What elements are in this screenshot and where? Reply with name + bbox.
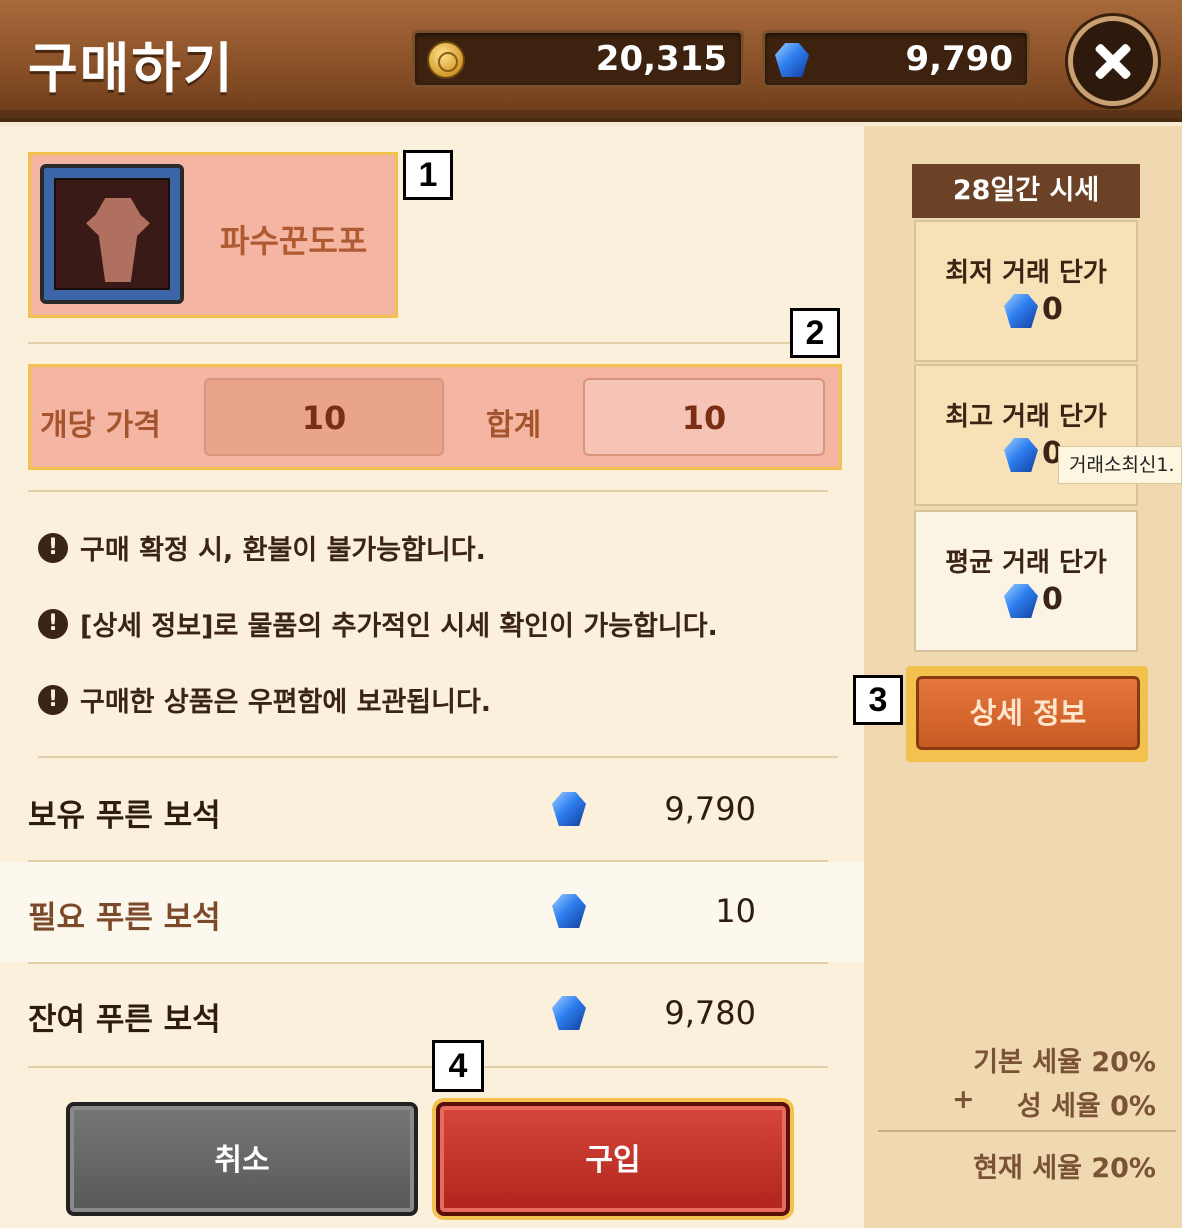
blue-gem-icon	[1004, 294, 1038, 328]
owned-gems-value: 9,790	[664, 790, 756, 828]
divider	[28, 1066, 828, 1068]
required-gems-row: 필요 푸른 보석 10	[0, 862, 864, 962]
divider	[28, 490, 828, 492]
gold-amount: 20,315	[595, 39, 727, 79]
tooltip: 거래소최신1.	[1058, 446, 1182, 484]
tax-plus-sign: +	[952, 1084, 975, 1115]
warning-icon: !	[38, 532, 68, 563]
unit-price-label: 개당 가격	[40, 408, 161, 443]
gem-counter: 9,790	[762, 30, 1030, 88]
cancel-button[interactable]: 취소	[66, 1102, 418, 1216]
divider	[878, 1130, 1176, 1132]
item-name: 파수꾼도포	[220, 222, 368, 260]
gold-coin-icon	[427, 41, 465, 79]
buy-button[interactable]: 구입	[436, 1102, 790, 1216]
owned-gems-row: 보유 푸른 보석 9,790	[28, 790, 756, 834]
castle-tax-rate: 성 세율 0%	[1016, 1091, 1156, 1122]
highest-price-box: 최고 거래 단가 0	[914, 364, 1138, 506]
annotation-badge-3: 3	[853, 675, 903, 725]
item-robe-icon	[40, 164, 184, 304]
divider	[28, 342, 828, 344]
notice-item: ! 구매한 상품은 우편함에 보관됩니다.	[38, 680, 491, 719]
warning-icon: !	[38, 608, 68, 639]
blue-gem-icon	[552, 996, 586, 1030]
remaining-gems-value: 9,780	[664, 994, 756, 1032]
annotation-badge-2: 2	[790, 308, 840, 358]
notice-item: ! 구매 확정 시, 환불이 불가능합니다.	[38, 528, 486, 567]
base-tax-rate: 기본 세율 20%	[973, 1047, 1156, 1078]
blue-gem-icon	[552, 894, 586, 928]
detail-info-button[interactable]: 상세 정보	[916, 676, 1140, 750]
unit-price-field[interactable]: 10	[204, 378, 444, 456]
divider	[38, 756, 838, 758]
gem-amount: 9,790	[905, 39, 1013, 79]
gold-counter: 20,315	[412, 30, 744, 88]
total-label: 합계	[486, 408, 542, 443]
current-tax-rate: 현재 세율 20%	[973, 1153, 1156, 1184]
lowest-price-box: 최저 거래 단가 0	[914, 220, 1138, 362]
notice-item: ! [상세 정보]로 물품의 추가적인 시세 확인이 가능합니다.	[38, 604, 718, 643]
blue-gem-icon	[1004, 438, 1038, 472]
annotation-badge-1: 1	[403, 150, 453, 200]
close-button[interactable]	[1068, 16, 1158, 106]
warning-icon: !	[38, 684, 68, 715]
total-price-field: 10	[583, 378, 825, 456]
price-history-header: 28일간 시세	[912, 164, 1140, 218]
window-title: 구매하기	[28, 37, 235, 100]
blue-gem-icon	[1004, 584, 1038, 618]
blue-gem-icon	[775, 43, 809, 77]
required-gems-value: 10	[715, 892, 756, 930]
average-price-box: 평균 거래 단가 0	[914, 510, 1138, 652]
blue-gem-icon	[552, 792, 586, 826]
annotation-badge-4: 4	[432, 1040, 484, 1092]
